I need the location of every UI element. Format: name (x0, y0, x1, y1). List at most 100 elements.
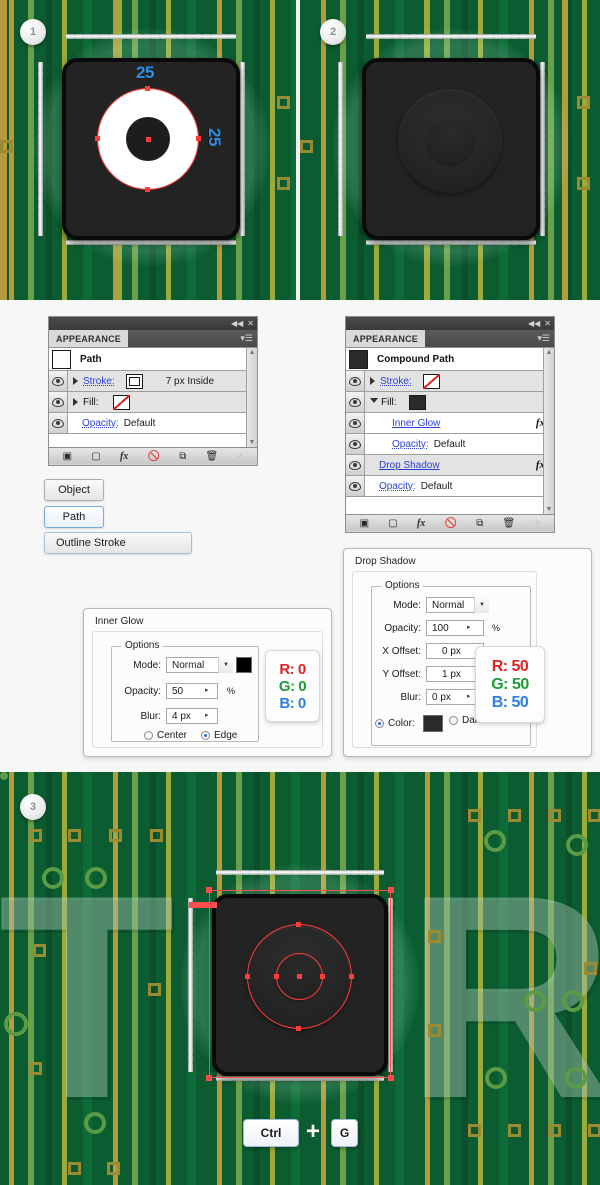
opacity-value: Default (123, 417, 156, 429)
appearance-row-drop-shadow[interactable]: Drop Shadow fx (346, 455, 554, 476)
add-new-stroke-icon[interactable]: ▣ (360, 518, 369, 529)
selection-handle-anchor[interactable] (211, 902, 217, 908)
appearance-row-fill[interactable]: Fill: (49, 392, 257, 413)
fill-label[interactable]: Fill: (381, 397, 397, 408)
key-ctrl[interactable]: Ctrl (243, 1119, 299, 1147)
edge-radio[interactable] (201, 731, 210, 740)
opacity-flyout-icon[interactable]: ▸ (205, 686, 209, 694)
inner-glow-label[interactable]: Inner Glow (392, 418, 440, 429)
appearance-row-opacity[interactable]: Opacity: Default (49, 413, 257, 434)
appearance-row-object-opacity[interactable]: Opacity: Default (346, 476, 554, 497)
delete-item-icon[interactable]: 🗑 (206, 451, 219, 462)
menu-item-object[interactable]: Object (44, 479, 104, 501)
chevron-down-icon[interactable]: ▼ (218, 657, 233, 673)
disclosure-triangle-icon[interactable] (370, 377, 375, 385)
blur-flyout-icon[interactable]: ▸ (467, 692, 471, 700)
opacity-flyout-icon[interactable]: ▸ (467, 623, 471, 631)
visibility-toggle[interactable] (346, 392, 365, 412)
color-radio-row[interactable]: Color: (375, 715, 443, 732)
resize-grip-icon[interactable]: ⁙ (237, 452, 243, 460)
add-new-effect-icon[interactable]: fx (417, 518, 425, 529)
tab-appearance[interactable]: APPEARANCE (346, 330, 426, 347)
collapse-icon[interactable]: ◀◀ (231, 319, 243, 328)
resize-grip-icon[interactable]: ⁙ (534, 519, 540, 527)
panel-menu-icon[interactable]: ▾☰ (240, 334, 253, 343)
selection-handle-se[interactable] (388, 1075, 394, 1081)
pin (100, 240, 109, 245)
disclosure-triangle-icon[interactable] (73, 377, 78, 385)
opacity-input[interactable]: 50 (166, 683, 218, 699)
disclosure-triangle-icon[interactable] (73, 398, 78, 406)
blur-flyout-icon[interactable]: ▸ (205, 711, 209, 719)
panel-tabbar: APPEARANCE ▾☰ (49, 330, 257, 347)
key-g[interactable]: G (331, 1119, 358, 1147)
fill-label[interactable]: Fill: (83, 397, 99, 408)
panel-menu-icon[interactable]: ▾☰ (537, 334, 550, 343)
clear-appearance-icon[interactable]: 🚫 (148, 451, 160, 462)
chevron-down-icon[interactable]: ▼ (474, 597, 489, 613)
visibility-toggle[interactable] (49, 392, 68, 412)
visibility-toggle[interactable] (346, 476, 365, 496)
visibility-toggle[interactable] (346, 434, 365, 454)
panel-scrollbar[interactable]: ▲ ▼ (246, 348, 257, 447)
darkness-radio[interactable] (449, 716, 458, 725)
selection-handle-ne[interactable] (388, 887, 394, 893)
panel-scrollbar[interactable]: ▲ ▼ (543, 348, 554, 514)
add-new-fill-icon[interactable]: ▢ (91, 451, 100, 462)
appearance-row-stroke[interactable]: Stroke: (346, 371, 554, 392)
clear-appearance-icon[interactable]: 🚫 (445, 518, 457, 529)
appearance-row-stroke[interactable]: Stroke: 7 px Inside (49, 371, 257, 392)
add-new-fill-icon[interactable]: ▢ (388, 518, 397, 529)
appearance-panel-left[interactable]: ◀◀ ✕ APPEARANCE ▾☰ Path Stroke: 7 px Ins… (48, 316, 258, 466)
scroll-up-icon[interactable]: ▲ (546, 348, 553, 357)
opacity-label[interactable]: Opacity: (392, 439, 429, 450)
appearance-row-inner-glow[interactable]: Inner Glow fx (346, 413, 554, 434)
disclosure-triangle-open-icon[interactable] (370, 397, 378, 407)
opacity-label[interactable]: Opacity: (82, 418, 119, 429)
drop-shadow-dialog[interactable]: Drop Shadow Options Mode: Normal ▼ Opaci… (343, 548, 592, 757)
menu-item-path[interactable]: Path (44, 506, 104, 528)
visibility-toggle[interactable] (49, 413, 68, 433)
appearance-row-fill[interactable]: Fill: (346, 392, 554, 413)
center-radio-row[interactable]: Center (144, 730, 187, 741)
visibility-toggle[interactable] (346, 413, 365, 433)
delete-item-icon[interactable]: 🗑 (503, 518, 516, 529)
selection-handle-sw[interactable] (206, 1075, 212, 1081)
menu-item-outline-stroke[interactable]: Outline Stroke (44, 532, 192, 554)
scroll-down-icon[interactable]: ▼ (546, 505, 553, 514)
appearance-row-fill-opacity[interactable]: Opacity: Default (346, 434, 554, 455)
add-new-effect-icon[interactable]: fx (120, 451, 128, 462)
collapse-icon[interactable]: ◀◀ (528, 319, 540, 328)
stroke-label[interactable]: Stroke: (380, 376, 412, 387)
visibility-toggle[interactable] (346, 371, 365, 391)
scroll-down-icon[interactable]: ▼ (249, 438, 256, 447)
edge-radio-row[interactable]: Edge (201, 730, 237, 741)
stroke-label[interactable]: Stroke: (83, 376, 115, 387)
close-icon[interactable]: ✕ (544, 319, 551, 328)
add-new-stroke-icon[interactable]: ▣ (63, 451, 72, 462)
shadow-color-swatch[interactable] (422, 715, 443, 732)
visibility-toggle[interactable] (346, 455, 365, 475)
selection-handle-nw[interactable] (206, 887, 212, 893)
opacity-label[interactable]: Opacity: (379, 481, 416, 492)
scroll-up-icon[interactable]: ▲ (249, 348, 256, 357)
center-radio[interactable] (144, 731, 153, 740)
fill-swatch[interactable] (408, 394, 426, 410)
drop-shadow-label[interactable]: Drop Shadow (379, 460, 440, 471)
tab-appearance[interactable]: APPEARANCE (49, 330, 129, 347)
blur-input[interactable]: 4 px (166, 708, 218, 724)
duplicate-item-icon[interactable]: ⧉ (476, 518, 483, 529)
stroke-swatch-none[interactable] (422, 373, 440, 389)
opacity-input[interactable]: 100 (426, 620, 484, 636)
selection-handle-w[interactable] (189, 902, 195, 908)
close-icon[interactable]: ✕ (247, 319, 254, 328)
fill-swatch-none[interactable] (112, 394, 130, 410)
duplicate-item-icon[interactable]: ⧉ (179, 451, 186, 462)
stroke-swatch[interactable] (125, 373, 143, 389)
visibility-toggle[interactable] (49, 371, 68, 391)
appearance-panel-right[interactable]: ◀◀ ✕ APPEARANCE ▾☰ Compound Path Stroke: (345, 316, 555, 533)
glow-color-swatch[interactable] (236, 657, 252, 673)
inner-glow-dialog[interactable]: Inner Glow Options Mode: Normal ▼ Opacit… (83, 608, 332, 757)
color-radio[interactable] (375, 719, 384, 728)
pcb-pad (577, 177, 590, 190)
